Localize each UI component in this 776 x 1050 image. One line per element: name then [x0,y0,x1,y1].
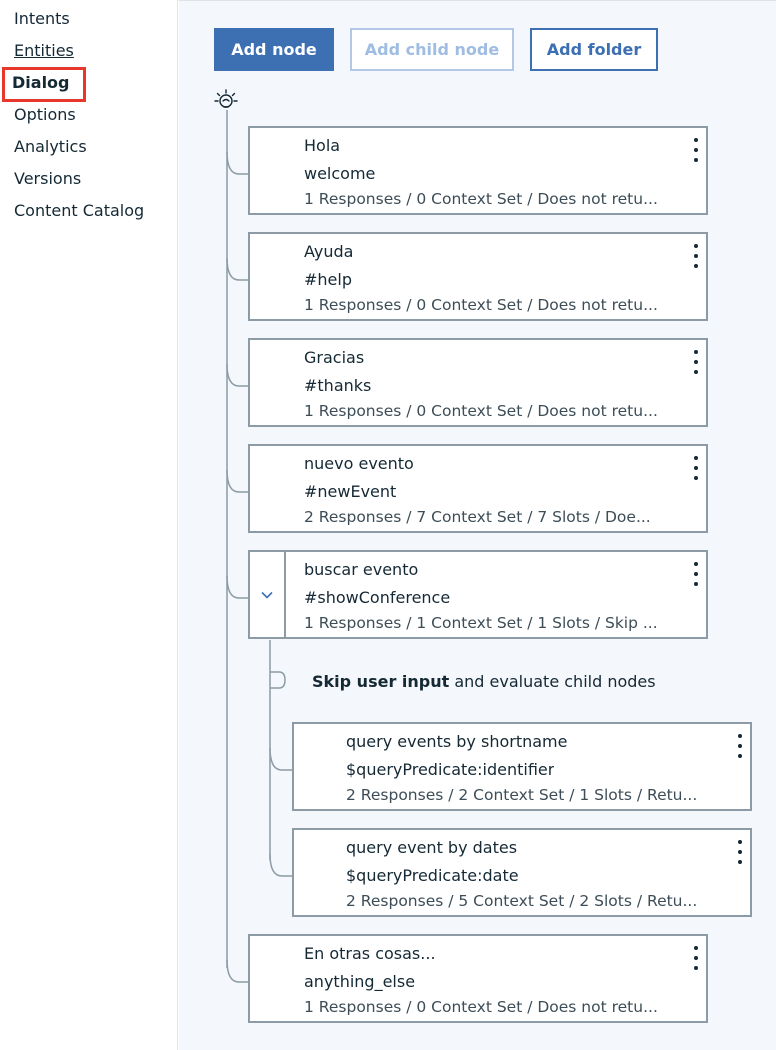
skip-user-input-description: and evaluate child nodes [449,672,656,691]
dialog-node-hola[interactable]: Hola welcome 1 Responses / 0 Context Set… [248,126,708,215]
node-summary: 1 Responses / 0 Context Set / Does not r… [304,998,658,1016]
dialog-editor: Add node Add child node Add folder Hola … [179,0,776,1050]
overflow-menu-icon[interactable] [692,138,700,162]
sidebar-item-analytics[interactable]: Analytics [14,137,87,157]
dialog-node-nuevo-evento[interactable]: nuevo evento #newEvent 2 Responses / 7 C… [248,444,708,533]
overflow-menu-icon[interactable] [692,946,700,970]
node-condition: anything_else [304,972,416,991]
sidebar-item-intents[interactable]: Intents [14,9,70,29]
dialog-highlight-box [2,67,86,102]
dialog-node-ayuda[interactable]: Ayuda #help 1 Responses / 0 Context Set … [248,232,708,321]
node-summary: 1 Responses / 0 Context Set / Does not r… [304,296,658,314]
node-summary: 1 Responses / 1 Context Set / 1 Slots / … [304,614,658,632]
dialog-node-buscar-evento[interactable]: buscar evento #showConference 1 Response… [248,550,708,639]
node-condition: #help [304,270,352,289]
node-condition: #thanks [304,376,372,395]
dialog-node-anything-else[interactable]: En otras cosas... anything_else 1 Respon… [248,934,708,1023]
node-title: nuevo evento [304,454,414,473]
overflow-menu-icon[interactable] [692,562,700,586]
expand-collapse-toggle[interactable] [250,552,286,637]
overflow-menu-icon[interactable] [736,840,744,864]
lightbulb-icon [214,88,238,112]
dialog-child-node-dates[interactable]: query event by dates $queryPredicate:dat… [292,828,752,917]
node-summary: 2 Responses / 5 Context Set / 2 Slots / … [346,892,698,910]
node-title: Hola [304,136,341,155]
sidebar-item-versions[interactable]: Versions [14,169,81,189]
node-title: buscar evento [304,560,419,579]
node-title: query event by dates [346,838,518,857]
node-condition: #newEvent [304,482,397,501]
node-title: En otras cosas... [304,944,436,963]
node-condition: #showConference [304,588,451,607]
node-summary: 1 Responses / 0 Context Set / Does not r… [304,402,658,420]
dialog-child-node-shortname[interactable]: query events by shortname $queryPredicat… [292,722,752,811]
node-condition: $queryPredicate:identifier [346,760,555,779]
node-summary: 2 Responses / 7 Context Set / 7 Slots / … [304,508,651,526]
sidebar-item-entities[interactable]: Entities [14,41,74,61]
node-title: Gracias [304,348,365,367]
node-condition: $queryPredicate:date [346,866,519,885]
node-condition: welcome [304,164,376,183]
node-summary: 2 Responses / 2 Context Set / 1 Slots / … [346,786,698,804]
chevron-down-icon [261,591,273,599]
skip-user-input-text: Skip user input and evaluate child nodes [312,672,656,691]
overflow-menu-icon[interactable] [692,456,700,480]
sidebar: Intents Entities Dialog Options Analytic… [0,0,178,1050]
overflow-menu-icon[interactable] [692,244,700,268]
skip-user-input-label: Skip user input [312,672,450,691]
overflow-menu-icon[interactable] [692,350,700,374]
overflow-menu-icon[interactable] [736,734,744,758]
node-title: query events by shortname [346,732,568,751]
dialog-node-gracias[interactable]: Gracias #thanks 1 Responses / 0 Context … [248,338,708,427]
node-title: Ayuda [304,242,354,261]
sidebar-item-options[interactable]: Options [14,105,76,125]
node-summary: 1 Responses / 0 Context Set / Does not r… [304,190,658,208]
sidebar-item-content-catalog[interactable]: Content Catalog [14,201,144,221]
